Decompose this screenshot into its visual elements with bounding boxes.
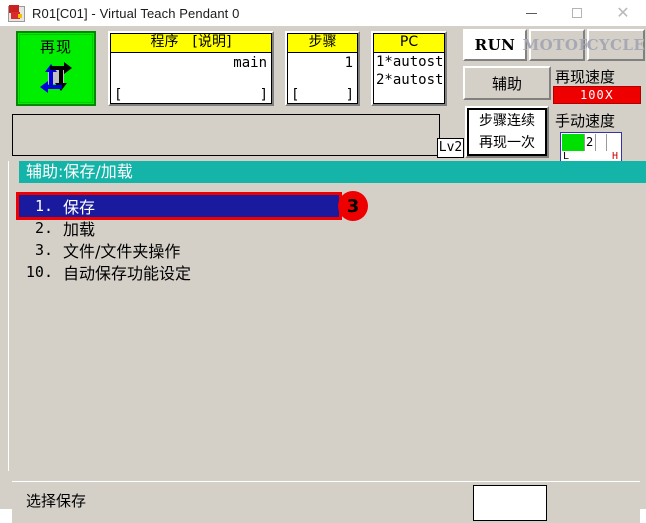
mode-button-playback[interactable]: 再现 [16,31,96,106]
pc-panel-header: PC [374,34,444,53]
menu-item-load[interactable]: 2. 加载 [19,217,639,239]
indicator-motor[interactable]: MOTOR [523,29,591,61]
program-panel[interactable]: 程序 [说明] main [ ] [108,31,274,106]
step-mode-box[interactable]: 步骤连续 再现一次 [465,106,549,158]
menu-item-load-label: 加载 [63,220,96,239]
menu-item-file-folder-ops-number: 3. [34,241,53,259]
indicator-run-label: RUN [474,36,516,54]
step-mode-line-1: 步骤连续 [479,113,535,129]
step-panel[interactable]: 步骤 1 [ ] [285,31,360,106]
app-icon [7,4,25,22]
mode-button-label: 再现 [39,38,72,56]
level-badge: Lv2 [437,138,464,158]
message-bar [12,114,440,156]
menu-item-file-folder-ops-label: 文件/文件夹操作 [63,242,181,261]
window-title: R01[C01] - Virtual Teach Pendant 0 [32,5,240,21]
menu-item-autosave-settings-label: 自动保存功能设定 [63,264,192,283]
menu-item-load-number: 2. [34,219,53,237]
virtual-teach-pendant-window: R01[C01] - Virtual Teach Pendant 0 ✕ 再现 [0,0,646,523]
step-bracket-left: [ [291,87,300,103]
menu-item-save-number: 1. [34,197,53,215]
cycle-arrows-icon [36,60,76,96]
maximize-icon [572,8,582,18]
step-panel-value: 1 [344,55,353,71]
window-titlebar: R01[C01] - Virtual Teach Pendant 0 ✕ [0,0,646,27]
indicator-motor-label: MOTOR [522,36,592,54]
maximize-button[interactable] [554,0,600,26]
screen-title: 辅助:保存/加载 [19,161,646,183]
program-bracket-left: [ [114,87,123,103]
indicator-cycle[interactable]: CYCLE [587,29,645,61]
window-controls: ✕ [508,0,646,26]
pc-panel-line-1: 1*autost [376,54,444,70]
indicator-run[interactable]: RUN [463,29,527,61]
playback-speed-label: 再现速度 [555,68,616,86]
status-bar: 选择保存 [12,481,640,523]
status-bar-text: 选择保存 [26,492,87,510]
menu-list: 1. 保存 2. 加载 3. 文件/文件夹操作 10. 自动保存功能设定 [19,195,639,283]
status-input-box[interactable] [473,485,547,521]
manual-speed-gauge-fill [562,134,584,151]
menu-item-save[interactable]: 1. 保存 [19,195,341,217]
menu-item-autosave-settings[interactable]: 10. 自动保存功能设定 [19,261,639,283]
aux-button-label: 辅助 [491,74,522,93]
indicator-cycle-label: CYCLE [586,36,646,54]
step-mode-line-2: 再现一次 [479,135,535,151]
menu-item-autosave-settings-number: 10. [25,263,53,281]
pc-panel[interactable]: PC 1*autost 2*autost [371,31,447,106]
close-button[interactable]: ✕ [600,0,646,26]
program-panel-header: 程序 [说明] [111,34,271,53]
annotation-badge: 3 [338,191,368,221]
minimize-icon [525,12,537,14]
aux-button[interactable]: 辅助 [463,66,551,100]
menu-item-save-label: 保存 [63,198,96,217]
manual-speed-label: 手动速度 [555,112,616,130]
pc-panel-line-2: 2*autost [376,72,444,88]
menu-item-file-folder-ops[interactable]: 3. 文件/文件夹操作 [19,239,639,261]
close-icon: ✕ [616,3,630,22]
program-bracket-right: ] [259,87,268,103]
step-panel-header: 步骤 [288,34,357,53]
pendant-body: 再现 程序 [说明] main [] 步骤 1 [] PC 1*autost… [0,26,646,523]
minimize-button[interactable] [508,0,554,26]
manual-speed-gauge[interactable]: 2 L H [560,132,622,162]
program-panel-value: main [233,55,267,71]
pendant-screen: 辅助:保存/加载 1. 保存 2. 加载 3. 文件/文件夹操作 10. 自动保… [8,161,646,471]
manual-speed-level: 2 [586,135,594,149]
playback-speed-value: 100Ⅹ [553,86,641,104]
step-bracket-right: ] [345,87,354,103]
